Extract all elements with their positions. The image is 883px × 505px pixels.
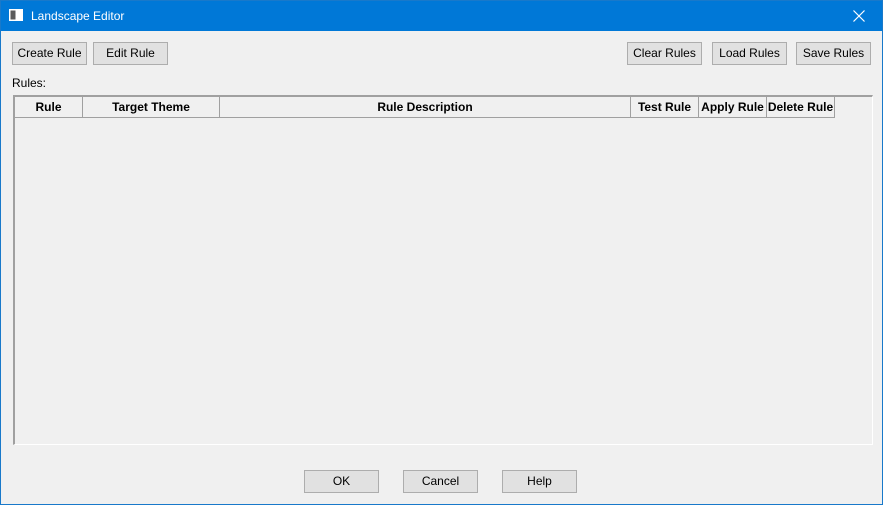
- column-header-rule-description[interactable]: Rule Description: [220, 97, 631, 118]
- edit-rule-button[interactable]: Edit Rule: [93, 42, 168, 65]
- create-rule-button[interactable]: Create Rule: [12, 42, 87, 65]
- table-header-row: Rule Target Theme Rule Description Test …: [15, 97, 835, 118]
- close-button[interactable]: [836, 1, 882, 31]
- help-button[interactable]: Help: [502, 470, 577, 493]
- ok-button[interactable]: OK: [304, 470, 379, 493]
- load-rules-button[interactable]: Load Rules: [712, 42, 787, 65]
- column-header-test-rule[interactable]: Test Rule: [631, 97, 699, 118]
- window-icon: [9, 9, 23, 21]
- column-header-delete-rule[interactable]: Delete Rule: [767, 97, 835, 118]
- landscape-editor-window: Landscape Editor Create Rule Edit Rule C…: [0, 0, 883, 505]
- column-header-target-theme[interactable]: Target Theme: [83, 97, 220, 118]
- cancel-button[interactable]: Cancel: [403, 470, 478, 493]
- title-bar[interactable]: Landscape Editor: [1, 1, 882, 31]
- clear-rules-button[interactable]: Clear Rules: [627, 42, 702, 65]
- rules-label: Rules:: [12, 76, 47, 90]
- close-icon: [853, 10, 865, 22]
- save-rules-button[interactable]: Save Rules: [796, 42, 871, 65]
- column-header-apply-rule[interactable]: Apply Rule: [699, 97, 767, 118]
- column-header-rule[interactable]: Rule: [15, 97, 83, 118]
- window-title: Landscape Editor: [31, 9, 125, 23]
- rules-table[interactable]: Rule Target Theme Rule Description Test …: [13, 95, 873, 445]
